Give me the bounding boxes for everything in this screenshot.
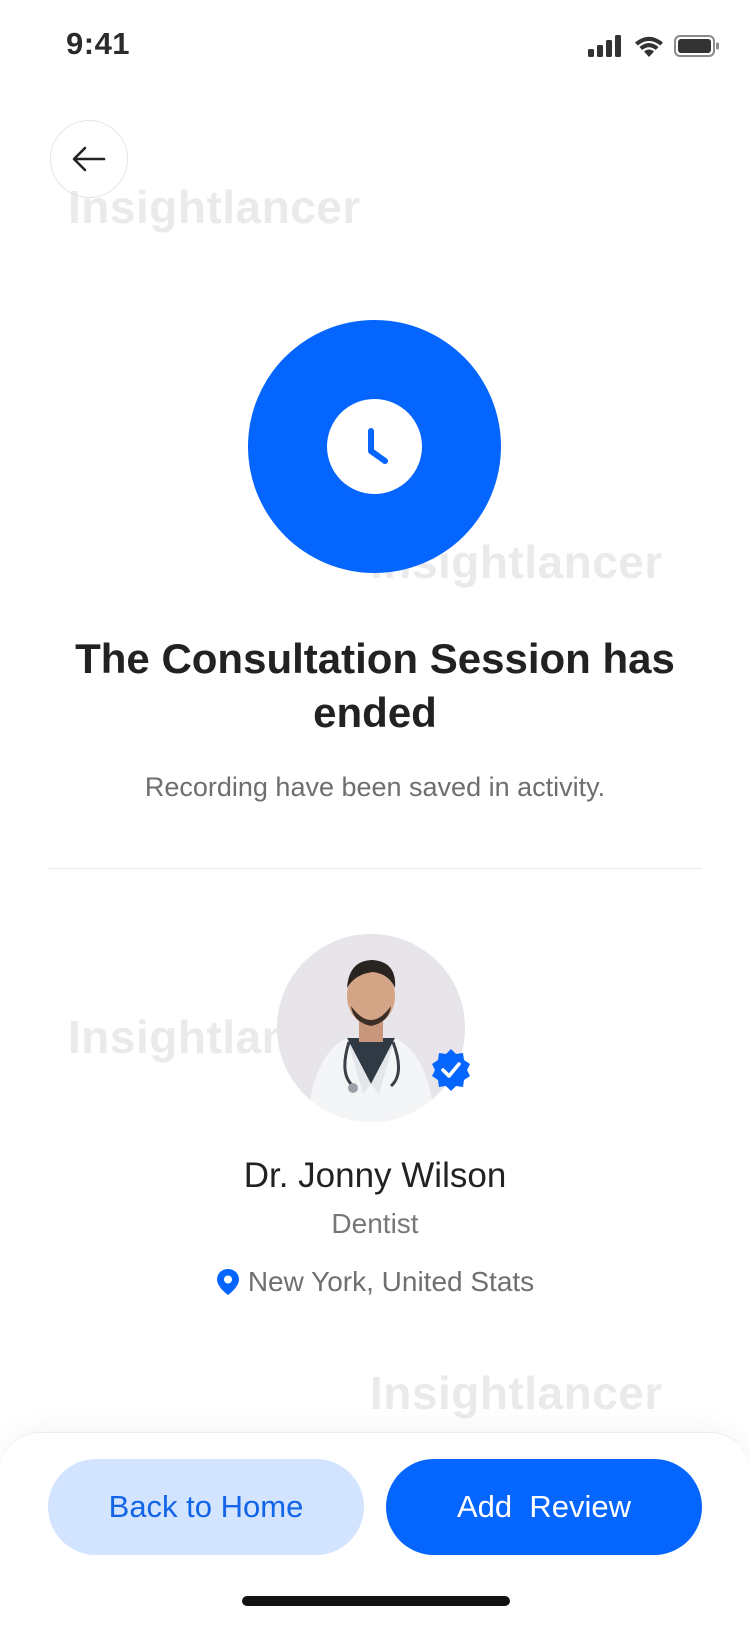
verified-badge-icon [432, 1049, 470, 1091]
location-pin-icon [216, 1269, 239, 1295]
status-icons [588, 34, 720, 58]
doctor-name: Dr. Jonny Wilson [243, 1156, 507, 1195]
page-title: The Consultation Session has ended [75, 635, 675, 736]
doctor-avatar-wrapper [277, 934, 470, 1122]
doctor-location: New York, United Stats [0, 1266, 750, 1298]
doctor-portrait [277, 934, 465, 1122]
clock-icon [367, 427, 388, 464]
battery-icon [674, 35, 719, 57]
doctor-location-text: New York, United Stats [247, 1266, 535, 1297]
home-indicator [242, 1596, 510, 1606]
doctor-specialty: Dentist [331, 1208, 419, 1239]
status-bar: 9:41 [0, 0, 750, 92]
watermark: Insightlancer [370, 1367, 663, 1419]
arrow-left-icon [72, 146, 106, 172]
session-ended-hero [248, 320, 501, 573]
watermark: Insightlancer [68, 181, 361, 233]
add-review-button[interactable]: Add Review [386, 1459, 702, 1555]
back-to-home-button[interactable]: Back to Home [48, 1459, 364, 1555]
doctor-avatar [277, 934, 465, 1122]
page-subtitle: Recording have been saved in activity. [144, 772, 606, 802]
clock-badge [327, 399, 422, 494]
status-time: 9:41 [66, 26, 131, 61]
cellular-signal-icon [588, 35, 621, 57]
wifi-icon [635, 36, 663, 57]
divider [48, 868, 702, 869]
